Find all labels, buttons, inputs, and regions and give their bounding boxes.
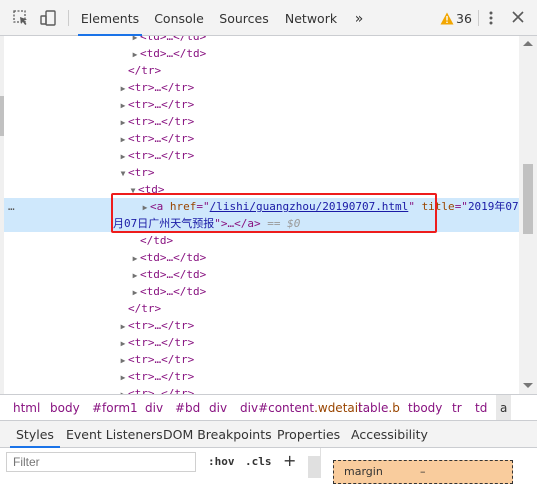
expand-triangle-icon[interactable]: ▶ <box>118 335 128 352</box>
tree-node[interactable]: ▶ <td>…</td> <box>0 283 519 300</box>
warning-count[interactable]: 36 <box>456 0 472 38</box>
left-gutter <box>0 36 4 394</box>
tree-node[interactable]: </tr> <box>0 300 519 317</box>
scroll-up-icon[interactable] <box>523 41 533 46</box>
expand-triangle-icon[interactable]: ▶ <box>130 250 140 267</box>
tree-node[interactable]: ▶<tr>…</tr> <box>0 147 519 164</box>
margin-label: margin <box>344 465 383 478</box>
breadcrumb-item[interactable]: #bd <box>175 395 200 420</box>
close-icon[interactable] <box>512 11 524 23</box>
tree-node[interactable]: ▶<tr>…</tr> <box>0 96 519 113</box>
breadcrumb-current[interactable]: a <box>496 395 512 420</box>
tree-node[interactable]: ▶<tr>…</tr> <box>0 368 519 385</box>
class-toggle-button[interactable]: .cls <box>245 452 272 472</box>
styles-scrollbar[interactable] <box>308 456 320 478</box>
tab-styles[interactable]: Styles <box>10 421 60 448</box>
margin-value[interactable]: – <box>420 465 426 478</box>
hover-state-button[interactable]: :hov <box>208 452 235 472</box>
tree-node[interactable]: ▶ <td>…</td> <box>0 266 519 283</box>
device-toolbar-icon[interactable] <box>39 9 57 27</box>
tree-node[interactable]: ▼ <tr> <box>0 164 519 181</box>
tab-console[interactable]: Console <box>150 0 208 36</box>
tree-node[interactable]: ▶<tr>…</tr> <box>0 113 519 130</box>
sidebar-tabs: Styles Event Listeners DOM Breakpoints P… <box>0 420 537 448</box>
breadcrumb-item[interactable]: html <box>13 395 40 420</box>
tab-sources[interactable]: Sources <box>218 0 270 36</box>
tab-accessibility[interactable]: Accessibility <box>351 421 428 448</box>
styles-filter-bar: :hov .cls + <box>0 448 308 478</box>
tab-properties[interactable]: Properties <box>277 421 340 448</box>
expand-triangle-icon[interactable]: ▶ <box>118 352 128 369</box>
expand-triangle-icon[interactable]: ▶ <box>118 131 128 148</box>
breadcrumb-item[interactable]: tr <box>452 395 462 420</box>
tree-scrollbar[interactable] <box>519 36 537 394</box>
tree-node[interactable]: </tr> <box>0 62 519 79</box>
tab-elements[interactable]: Elements <box>78 0 142 36</box>
more-options-icon[interactable] <box>489 11 493 25</box>
tree-node[interactable]: ▶ <td>…</td> <box>0 36 519 45</box>
toolbar-divider <box>68 10 69 26</box>
breadcrumb-item[interactable]: #form1 <box>92 395 138 420</box>
tab-dom-breakpoints[interactable]: DOM Breakpoints <box>163 421 272 448</box>
tree-node[interactable]: ▶<tr>…</tr> <box>0 130 519 147</box>
expand-triangle-icon[interactable]: ▶ <box>118 369 128 386</box>
expand-triangle-icon[interactable]: ▶ <box>118 97 128 114</box>
expand-triangle-icon[interactable]: ▶ <box>118 318 128 335</box>
filter-input[interactable] <box>6 452 196 472</box>
scroll-down-icon[interactable] <box>523 383 533 388</box>
breadcrumb-item[interactable]: div <box>145 395 163 420</box>
tree-node[interactable]: ▶<tr>…</tr> <box>0 317 519 334</box>
tree-node[interactable]: ▶<tr>…</tr> <box>0 334 519 351</box>
gutter-thumb <box>0 96 4 136</box>
breadcrumb-item[interactable]: body <box>50 395 80 420</box>
expand-triangle-icon[interactable]: ▶ <box>130 46 140 63</box>
expand-triangle-icon[interactable]: ▶ <box>118 386 128 394</box>
tab-network[interactable]: Network <box>282 0 340 36</box>
tab-event-listeners[interactable]: Event Listeners <box>66 421 163 448</box>
scrollbar-thumb[interactable] <box>523 164 533 234</box>
box-model-panel: margin – <box>320 448 537 484</box>
collapse-triangle-icon[interactable]: ▼ <box>118 165 128 182</box>
tree-node[interactable]: ▶<tr>…</tr> <box>0 79 519 96</box>
expand-triangle-icon[interactable]: ▶ <box>130 284 140 301</box>
expand-triangle-icon[interactable]: ▶ <box>118 80 128 97</box>
tree-node[interactable]: ▶<tr>…</tr> <box>0 351 519 368</box>
new-style-rule-button[interactable]: + <box>283 449 296 473</box>
tree-node[interactable]: ▶ <td>…</td> <box>0 249 519 266</box>
expand-triangle-icon[interactable]: ▶ <box>118 114 128 131</box>
tree-node[interactable]: ▶<tr>…</tr> <box>0 385 519 394</box>
toolbar-divider <box>478 10 479 26</box>
inspect-element-icon[interactable] <box>12 9 30 27</box>
breadcrumb-item[interactable]: tbody <box>408 395 442 420</box>
expand-triangle-icon[interactable]: ▶ <box>118 148 128 165</box>
expand-triangle-icon[interactable]: ▶ <box>130 267 140 284</box>
breadcrumb-item[interactable]: div#content.wdetail <box>240 395 361 420</box>
breadcrumb-item[interactable]: table.b <box>358 395 400 420</box>
tree-node[interactable]: ▶ <td>…</td> <box>0 45 519 62</box>
margin-box: margin – <box>333 460 513 484</box>
more-tabs-button[interactable]: » <box>350 0 368 36</box>
devtools-toolbar: Elements Console Sources Network » 36 <box>0 0 537 36</box>
tree-node[interactable]: </td> <box>0 232 519 249</box>
breadcrumb: html body #form1 div #bd div div#content… <box>0 394 537 420</box>
breadcrumb-item[interactable]: td <box>475 395 487 420</box>
highlight-annotation-box <box>111 193 437 233</box>
warning-icon[interactable] <box>440 12 454 25</box>
breadcrumb-item[interactable]: div <box>209 395 227 420</box>
